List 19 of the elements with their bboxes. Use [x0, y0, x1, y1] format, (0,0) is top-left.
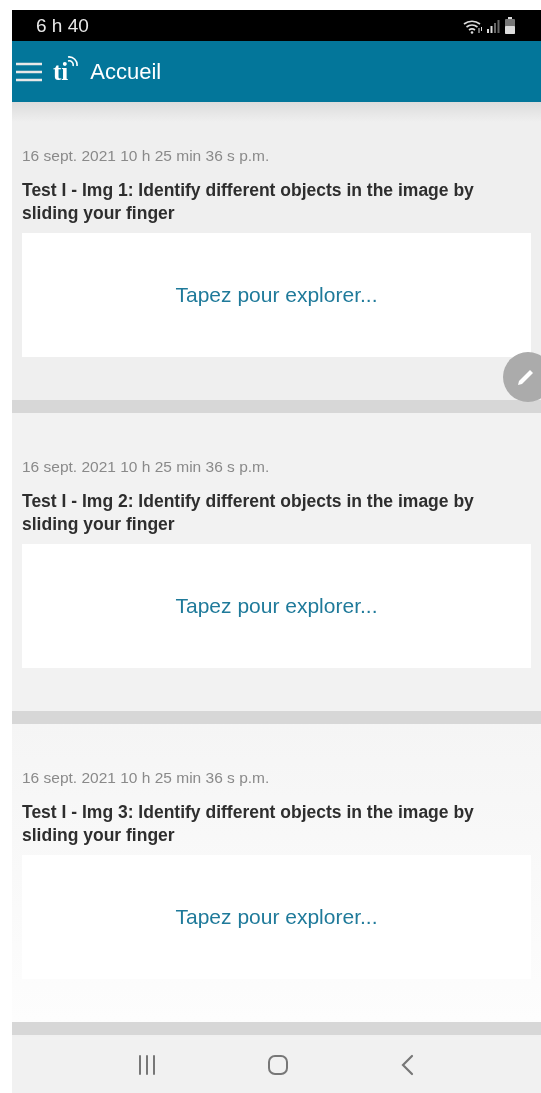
battery-icon [505, 17, 515, 34]
status-time: 6 h 40 [36, 14, 89, 37]
card-date: 16 sept. 2021 10 h 25 min 36 s p.m. [22, 768, 271, 787]
card-title: Test I - Img 2: Identify different objects in the image by sliding your finger [22, 490, 475, 536]
card-date: 16 sept. 2021 10 h 25 min 36 s p.m. [22, 146, 271, 165]
card-date: 16 sept. 2021 10 h 25 min 36 s p.m. [22, 457, 271, 476]
app-logo: ti [53, 59, 79, 84]
recent-apps-button[interactable] [137, 1055, 158, 1075]
back-button[interactable] [399, 1054, 416, 1076]
card-title: Test I - Img 3: Identify different objects in the image by sliding your finger [22, 801, 475, 847]
explore-button[interactable]: Tapez pour explorer... [22, 544, 531, 668]
signal-icon [487, 18, 501, 33]
edit-button[interactable] [503, 352, 541, 402]
card-title: Test I - Img 1: Identify different objects in the image by sliding your finger [22, 179, 475, 225]
app-title: Accueil [90, 58, 162, 85]
menu-button[interactable] [15, 61, 43, 82]
explore-button[interactable]: Tapez pour explorer... [22, 233, 531, 357]
home-button[interactable] [267, 1054, 290, 1076]
explore-button[interactable]: Tapez pour explorer... [22, 855, 531, 979]
